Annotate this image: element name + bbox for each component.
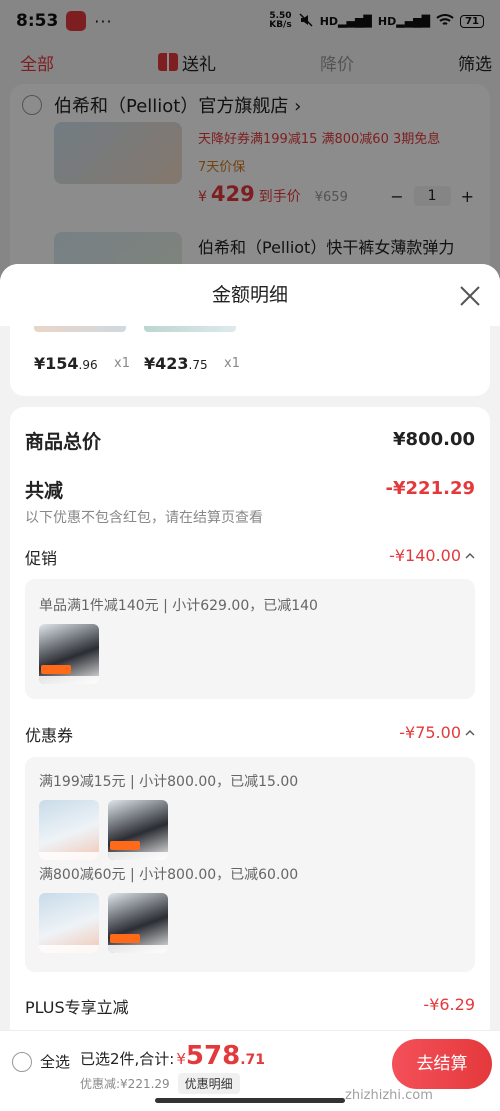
coupon-value: -¥75.00 (399, 723, 461, 742)
promo-label: 促销 (25, 549, 58, 568)
discount-detail-button[interactable]: 优惠明细 (177, 1073, 240, 1094)
total-label: 商品总价 (25, 431, 102, 453)
item-price: ¥423.75 (144, 354, 208, 373)
reduction-label: 共减 (25, 480, 64, 502)
coupon-toggle[interactable]: -¥75.00 (399, 723, 475, 742)
checkout-button[interactable]: 去结算 (392, 1039, 492, 1089)
product-thumbnail[interactable] (39, 624, 99, 684)
coupon-detail-box: 满199减15元 | 小计800.00，已减15.00 满800减60元 | 小… (25, 757, 475, 972)
item-quantity: x1 (224, 356, 240, 371)
total-value: ¥800.00 (393, 429, 475, 450)
item-thumbnail (144, 326, 236, 332)
home-indicator[interactable] (155, 1098, 345, 1103)
amount-detail-sheet: 金额明细 ¥154.96 x1 ¥423.75 x1 商品总价 ¥800.00 … (0, 264, 500, 1111)
product-thumbnail[interactable] (39, 800, 99, 860)
close-button[interactable] (458, 284, 482, 308)
item-quantity: x1 (114, 356, 130, 371)
watermark: zhizhizhi.com (345, 1088, 433, 1103)
promo-rule: 单品满1件减140元 | 小计629.00，已减140 (39, 598, 318, 614)
chevron-up-icon (465, 729, 475, 735)
price-breakdown: 商品总价 ¥800.00 共减 -¥221.29 以下优惠不包含红包，请在结算页… (10, 407, 490, 1111)
coupon-label: 优惠券 (25, 726, 74, 745)
reduction-note: 以下优惠不包含红包，请在结算页查看 (25, 510, 263, 526)
discount-amount: 优惠减:¥221.29 (80, 1077, 170, 1091)
product-thumbnail[interactable] (108, 893, 168, 953)
promo-detail-box: 单品满1件减140元 | 小计629.00，已减140 (25, 579, 475, 699)
promo-value: -¥140.00 (389, 546, 461, 565)
coupon-rule-2: 满800减60元 | 小计800.00，已减60.00 (39, 867, 299, 883)
promo-toggle[interactable]: -¥140.00 (389, 546, 475, 565)
selected-items: ¥154.96 x1 ¥423.75 x1 (10, 326, 490, 396)
reduction-value: -¥221.29 (385, 478, 475, 499)
product-thumbnail[interactable] (108, 800, 168, 860)
product-thumbnail[interactable] (39, 893, 99, 953)
sheet-title: 金额明细 (0, 264, 500, 326)
coupon-rule-1: 满199减15元 | 小计800.00，已减15.00 (39, 774, 299, 790)
plus-discount-label: PLUS专享立减 (25, 998, 129, 1017)
plus-discount-value: -¥6.29 (423, 995, 475, 1014)
discount-summary: 优惠减:¥221.29 优惠明细 (80, 1073, 240, 1094)
item-price: ¥154.96 (34, 354, 98, 373)
select-all[interactable]: 全选 (12, 1051, 70, 1072)
order-total: 已选2件,合计: ¥ 578 .71 (80, 1041, 266, 1071)
item-thumbnail (34, 326, 126, 332)
chevron-up-icon (465, 552, 475, 558)
close-icon (460, 286, 480, 306)
select-all-radio[interactable] (12, 1051, 32, 1072)
